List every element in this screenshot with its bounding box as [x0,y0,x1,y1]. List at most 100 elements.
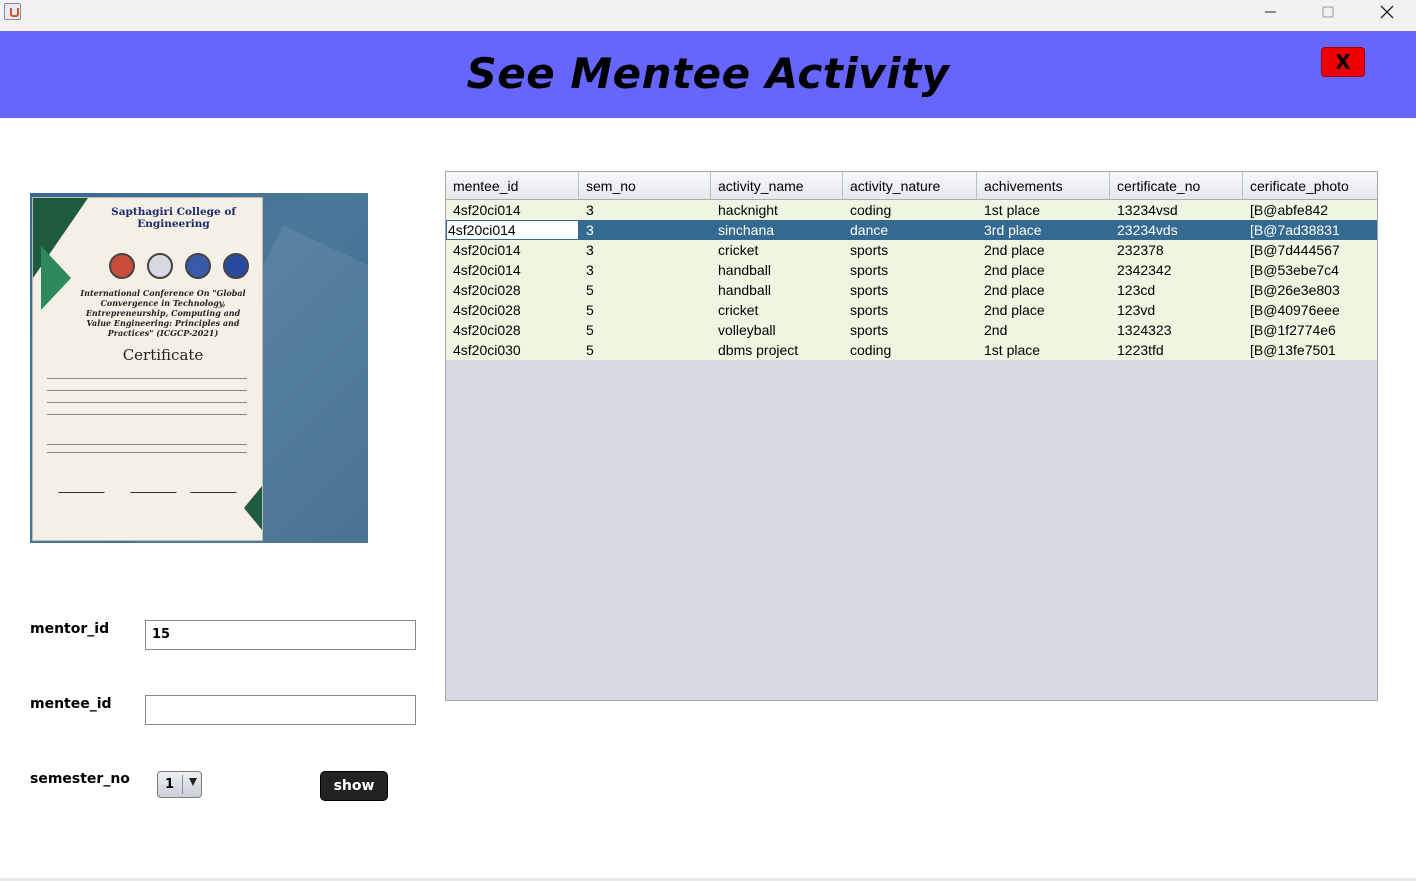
window-close-button[interactable] [1358,0,1416,31]
table-cell[interactable]: sinchana [711,220,843,240]
table-cell[interactable]: 3 [579,260,711,280]
column-header[interactable]: cerificate_photo [1243,172,1377,199]
table-cell[interactable]: volleyball [711,320,843,340]
table-cell[interactable]: 4sf20ci028 [446,320,579,340]
column-header[interactable]: achivements [977,172,1110,199]
column-header[interactable]: activity_nature [843,172,977,199]
certificate-paper: Sapthagiri College of Engineering Intern… [32,197,263,541]
table-cell[interactable]: [B@7d444567 [1243,240,1377,260]
table-cell[interactable]: 1324323 [1110,320,1243,340]
table-cell[interactable]: sports [843,300,977,320]
table-cell[interactable]: 2nd place [977,280,1110,300]
close-icon [1380,5,1394,19]
table-cell[interactable]: 4sf20ci014 [446,260,579,280]
table-cell[interactable]: 5 [579,320,711,340]
maximize-button[interactable] [1299,0,1357,31]
table-cell[interactable]: [B@40976eee [1243,300,1377,320]
table-cell[interactable]: [B@7ad38831 [1243,220,1377,240]
column-header[interactable]: certificate_no [1110,172,1243,199]
mentee-id-field[interactable] [145,695,416,725]
table-cell[interactable]: 123cd [1110,280,1243,300]
seal-logo [147,253,173,279]
table-cell[interactable]: 2nd [977,320,1110,340]
table-cell[interactable]: 3rd place [977,220,1110,240]
semester-select-value: 1 [165,777,175,792]
table-cell[interactable]: coding [843,200,977,220]
table-cell[interactable]: [B@1f2774e6 [1243,320,1377,340]
table-cell[interactable]: 2nd place [977,260,1110,280]
table-cell[interactable]: hacknight [711,200,843,220]
table-cell[interactable]: coding [843,340,977,360]
close-button[interactable]: X [1321,47,1365,77]
activity-table[interactable]: mentee_id sem_no activity_name activity_… [445,171,1378,701]
minimize-icon [1265,11,1276,13]
table-cell[interactable]: sports [843,280,977,300]
table-cell[interactable]: [B@53ebe7c4 [1243,260,1377,280]
semester-no-label: semester_no [30,771,130,787]
table-cell[interactable]: dance [843,220,977,240]
window-titlebar [0,0,1416,32]
chevron-down-icon [189,778,197,786]
column-header[interactable]: sem_no [579,172,711,199]
table-row[interactable]: 4sf20ci014 3 hacknight coding 1st place … [446,200,1377,220]
column-header[interactable]: activity_name [711,172,843,199]
show-button[interactable]: show [320,771,388,801]
semester-select[interactable]: 1 [157,771,202,798]
table-cell[interactable]: [B@26e3e803 [1243,280,1377,300]
table-cell[interactable]: 232378 [1110,240,1243,260]
table-row-selected[interactable]: 4sf20ci014 3 sinchana dance 3rd place 23… [446,220,1377,240]
table-cell[interactable]: 5 [579,340,711,360]
page-title: See Mentee Activity [466,49,950,98]
table-row[interactable]: 4sf20ci014 3 handball sports 2nd place 2… [446,260,1377,280]
table-cell[interactable]: 123vd [1110,300,1243,320]
table-cell-focused[interactable]: 4sf20ci014 [446,220,579,240]
table-row[interactable]: 4sf20ci028 5 handball sports 2nd place 1… [446,280,1377,300]
table-cell[interactable]: sports [843,260,977,280]
table-cell[interactable]: 13234vsd [1110,200,1243,220]
table-row[interactable]: 4sf20ci030 5 dbms project coding 1st pla… [446,340,1377,360]
table-cell[interactable]: sports [843,320,977,340]
table-cell[interactable]: cricket [711,300,843,320]
table-cell[interactable]: [B@abfe842 [1243,200,1377,220]
table-cell[interactable]: 2nd place [977,300,1110,320]
table-cell[interactable]: cricket [711,240,843,260]
table-cell[interactable]: 1223tfd [1110,340,1243,360]
table-cell[interactable]: 2342342 [1110,260,1243,280]
mentor-id-field[interactable]: 15 [145,620,416,650]
table-cell[interactable]: 4sf20ci014 [446,200,579,220]
table-cell[interactable]: 2nd place [977,240,1110,260]
column-header[interactable]: mentee_id [446,172,579,199]
mentor-id-label: mentor_id [30,621,110,637]
signature [130,478,182,493]
seal-logo [185,253,211,279]
signature [58,478,110,493]
table-cell[interactable]: 4sf20ci028 [446,280,579,300]
table-cell[interactable]: 5 [579,300,711,320]
seal-logo [109,253,135,279]
table-cell[interactable]: 4sf20ci030 [446,340,579,360]
certificate-photo: Sapthagiri College of Engineering Intern… [30,193,368,543]
minimize-button[interactable] [1241,0,1299,31]
table-row[interactable]: 4sf20ci014 3 cricket sports 2nd place 23… [446,240,1377,260]
table-cell[interactable]: 4sf20ci028 [446,300,579,320]
table-cell[interactable]: 23234vds [1110,220,1243,240]
table-row[interactable]: 4sf20ci028 5 cricket sports 2nd place 12… [446,300,1377,320]
table-cell[interactable]: dbms project [711,340,843,360]
table-cell[interactable]: 3 [579,200,711,220]
table-cell[interactable]: 1st place [977,200,1110,220]
table-cell[interactable]: 5 [579,280,711,300]
table-cell[interactable]: 3 [579,240,711,260]
table-cell[interactable]: handball [711,280,843,300]
table-cell[interactable]: 4sf20ci014 [446,240,579,260]
certificate-heading: Certificate [122,346,204,364]
table-row[interactable]: 4sf20ci028 5 volleyball sports 2nd 13243… [446,320,1377,340]
maximize-icon [1322,6,1334,18]
table-cell[interactable]: sports [843,240,977,260]
table-cell[interactable]: 1st place [977,340,1110,360]
table-cell[interactable]: [B@13fe7501 [1243,340,1377,360]
table-cell[interactable]: handball [711,260,843,280]
table-cell[interactable]: 3 [579,220,711,240]
signature [190,478,242,493]
java-app-icon [4,3,21,20]
certificate-logos [109,253,259,283]
